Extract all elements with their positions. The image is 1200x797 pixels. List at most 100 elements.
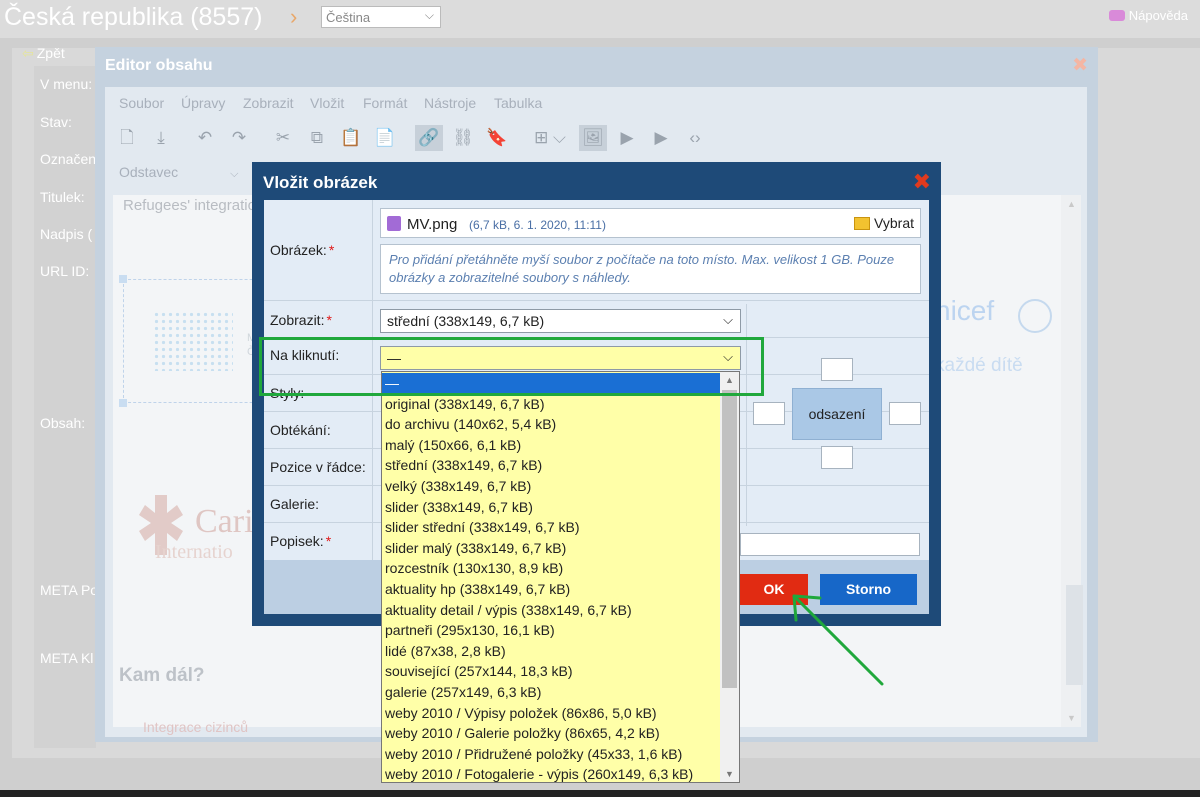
form-label-column	[34, 66, 96, 748]
resize-handle[interactable]	[119, 275, 127, 283]
file-drop-zone[interactable]: Pro přidání přetáhněte myší soubor z poč…	[380, 244, 921, 294]
image-icon[interactable]: 🖼	[579, 125, 607, 151]
chevron-right-icon: ›	[290, 4, 298, 29]
chevron-down-icon: ⌵	[723, 312, 733, 327]
paste-text-icon[interactable]: 📄	[371, 125, 399, 151]
copy-icon[interactable]: ⧉	[303, 125, 331, 151]
margin-bottom-input[interactable]	[821, 446, 853, 469]
display-size-select[interactable]: střední (338x149, 6,7 kB) ⌵	[380, 309, 741, 333]
label-gallery: Galerie:	[270, 496, 320, 512]
margin-left-input[interactable]	[753, 402, 785, 425]
table-icon[interactable]: ⊞ ⌵	[527, 125, 573, 151]
top-bar: Česká republika (8557) › Čeština ⌵ Nápov…	[0, 0, 1200, 38]
label-position: Pozice v řádce:	[270, 459, 366, 475]
content-heading: Kam dál?	[119, 665, 205, 686]
scrollbar-thumb[interactable]	[722, 390, 737, 688]
option-item[interactable]: weby 2010 / Výpisy položek (86x86, 5,0 k…	[382, 703, 720, 724]
scroll-down-icon[interactable]: ▼	[1067, 713, 1076, 723]
option-item[interactable]: slider střední (338x149, 6,7 kB)	[382, 517, 720, 538]
file-meta: (6,7 kB, 6. 1. 2020, 11:11)	[469, 218, 606, 232]
margin-top-input[interactable]	[821, 358, 853, 381]
menu-format[interactable]: Formát	[363, 95, 407, 111]
form-label-content: Obsah:	[40, 415, 86, 431]
highlight-box	[259, 337, 764, 396]
choose-file-label: Vybrat	[874, 215, 914, 231]
bookmark-icon[interactable]: 🔖	[483, 125, 511, 151]
help-link[interactable]: Nápověda	[1108, 8, 1188, 23]
block-format-value: Odstavec	[119, 164, 179, 180]
back-button[interactable]: ⇦ Zpět	[22, 45, 65, 62]
option-item[interactable]: weby 2010 / Galerie položky (86x65, 4,2 …	[382, 723, 720, 744]
undo-icon[interactable]: ↶	[191, 125, 219, 151]
choose-file-button[interactable]: Vybrat	[854, 215, 914, 231]
back-label: Zpět	[36, 45, 65, 61]
menu-file[interactable]: Soubor	[119, 95, 164, 111]
option-item[interactable]: aktuality detail / výpis (338x149, 6,7 k…	[382, 600, 720, 621]
image-file-input[interactable]: MV.png (6,7 kB, 6. 1. 2020, 11:11) Vybra…	[380, 208, 921, 238]
menu-table[interactable]: Tabulka	[494, 95, 542, 111]
unicef-slogan: každé dítě	[935, 355, 1023, 376]
margin-right-input[interactable]	[889, 402, 921, 425]
menu-view[interactable]: Zobrazit	[243, 95, 294, 111]
option-item[interactable]: weby 2010 / Fotogalerie - výpis (260x149…	[382, 764, 720, 782]
taskbar	[0, 790, 1200, 797]
form-label-marked: Označen	[40, 151, 97, 167]
download-icon[interactable]: ⤓	[147, 125, 175, 151]
form-label-state: Stav:	[40, 114, 72, 130]
caption-input[interactable]	[740, 533, 920, 556]
scroll-up-icon[interactable]: ▲	[1067, 199, 1076, 209]
form-label-title: Titulek:	[40, 189, 85, 205]
close-icon[interactable]: ✖	[913, 169, 931, 195]
link-icon[interactable]: 🔗	[415, 125, 443, 151]
redo-icon[interactable]: ↷	[225, 125, 253, 151]
label-caption: Popisek: *	[270, 533, 332, 549]
option-item[interactable]: do archivu (140x62, 5,4 kB)	[382, 414, 720, 435]
option-item[interactable]: rozcestník (130x130, 8,9 kB)	[382, 558, 720, 579]
resize-handle[interactable]	[119, 399, 127, 407]
form-label-meta-keywords: META Kl	[40, 650, 94, 666]
cut-icon[interactable]: ✂	[269, 125, 297, 151]
media-icon[interactable]: ▶	[613, 125, 641, 151]
option-item[interactable]: střední (338x149, 6,7 kB)	[382, 455, 720, 476]
menu-insert[interactable]: Vložit	[310, 95, 344, 111]
display-size-value: střední (338x149, 6,7 kB)	[387, 313, 545, 329]
menu-edit[interactable]: Úpravy	[181, 95, 225, 111]
image-file-icon	[387, 216, 401, 231]
option-item[interactable]: velký (338x149, 6,7 kB)	[382, 476, 720, 497]
video-icon[interactable]: ▶	[647, 125, 675, 151]
scroll-down-icon[interactable]: ▼	[725, 769, 734, 779]
options-scrollbar[interactable]: ▲ ▼	[720, 372, 739, 782]
option-item[interactable]: související (257x144, 18,3 kB)	[382, 661, 720, 682]
option-item[interactable]: malý (150x66, 6,1 kB)	[382, 435, 720, 456]
option-item[interactable]: slider (338x149, 6,7 kB)	[382, 497, 720, 518]
file-name: MV.png	[407, 216, 458, 233]
block-format-select[interactable]: Odstavec ⌵	[119, 164, 238, 181]
site-title: Česká republika (8557)	[4, 3, 263, 31]
page-scrollbar-thumb[interactable]	[1066, 585, 1083, 685]
language-select[interactable]: Čeština ⌵	[321, 6, 441, 28]
option-item[interactable]: weby 2010 / Přidružené položky (45x33, 1…	[382, 744, 720, 765]
source-code-icon[interactable]: ‹›	[681, 125, 709, 151]
unlink-icon[interactable]: ⛓	[449, 125, 477, 151]
help-label: Nápověda	[1128, 8, 1188, 23]
form-label-url-id: URL ID:	[40, 263, 90, 279]
form-label-menu: V menu:	[40, 76, 93, 92]
mv-logo-image	[153, 311, 233, 371]
language-value: Čeština	[326, 10, 371, 25]
option-item[interactable]: aktuality hp (338x149, 6,7 kB)	[382, 579, 720, 600]
on-click-options-list[interactable]: weby 2010 / Fotogalerie - výpis (260x149…	[381, 371, 740, 783]
close-icon[interactable]: ✖	[1072, 54, 1088, 77]
option-item[interactable]: partneři (295x130, 16,1 kB)	[382, 620, 720, 641]
option-item[interactable]: slider malý (338x149, 6,7 kB)	[382, 538, 720, 559]
menu-tools[interactable]: Nástroje	[424, 95, 476, 111]
paste-icon[interactable]: 📋	[337, 125, 365, 151]
option-item[interactable]: lidé (87x38, 2,8 kB)	[382, 641, 720, 662]
new-document-icon[interactable]: 🗋	[113, 125, 141, 151]
label-image: Obrázek: *	[270, 242, 335, 258]
option-item[interactable]: galerie (257x149, 6,3 kB)	[382, 682, 720, 703]
editor-menubar: Soubor Úpravy Zobrazit Vložit Formát Nás…	[105, 87, 1087, 117]
caritas-logo-subtitle: Internatio	[155, 541, 233, 563]
content-link[interactable]: Integrace cizinců	[143, 719, 248, 735]
option-item[interactable]: original (338x149, 6,7 kB)	[382, 394, 720, 415]
unicef-globe-icon	[1018, 299, 1052, 333]
